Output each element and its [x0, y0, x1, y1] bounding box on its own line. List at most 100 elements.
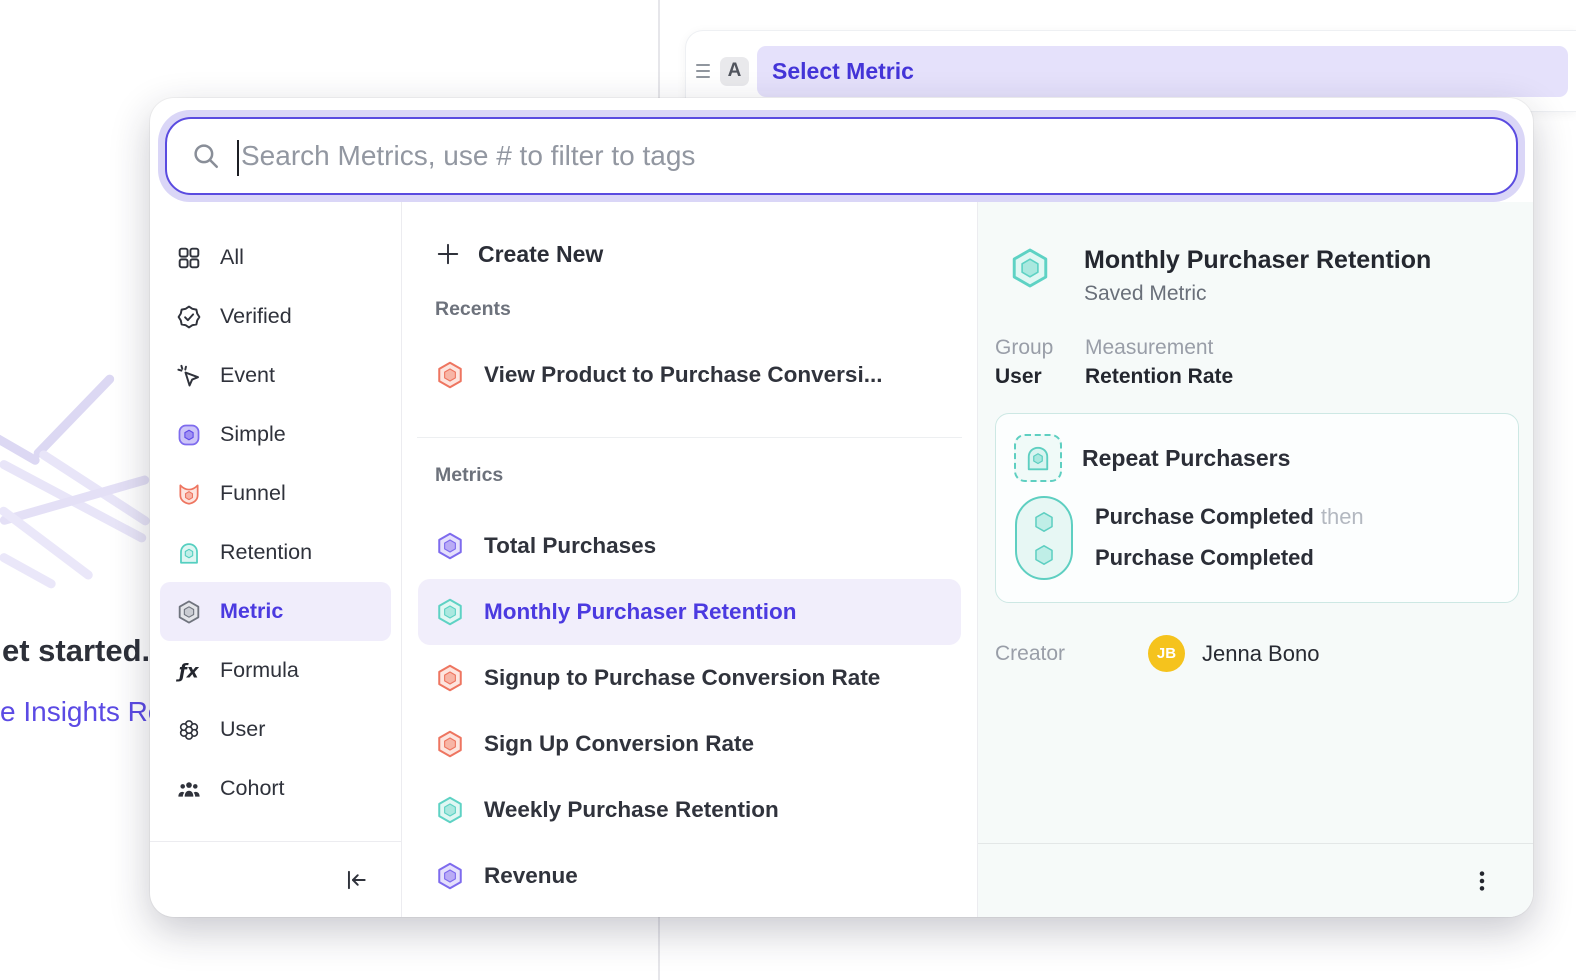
- metric-item-weekly-purchase-retention[interactable]: Weekly Purchase Retention: [418, 777, 961, 843]
- step-hexagon-icon: [1031, 542, 1057, 568]
- detail-subtitle: Saved Metric: [1084, 282, 1431, 306]
- metric-selector-modal: All Verified Event: [150, 98, 1533, 917]
- formula-icon: ƒx: [176, 658, 202, 684]
- metric-item-label: Sign Up Conversion Rate: [484, 731, 754, 757]
- user-cluster-icon: [176, 717, 202, 743]
- text-caret: [237, 140, 239, 176]
- background-heading-fragment: et started.: [2, 633, 150, 669]
- kebab-menu-icon[interactable]: [1469, 868, 1495, 894]
- step-connector: then: [1321, 504, 1364, 529]
- metric-item-label: Total Purchases: [484, 533, 656, 559]
- event-cursor-icon: [176, 363, 202, 389]
- retention-arch-icon: [1023, 443, 1053, 473]
- step-hexagon-icon: [1031, 509, 1057, 535]
- sidebar-item-label: User: [220, 717, 265, 742]
- funnel-icon: [176, 481, 202, 507]
- retention-hexagon-icon: [435, 795, 465, 825]
- sidebar-item-label: Funnel: [220, 481, 286, 506]
- creator-row: Creator JB Jenna Bono: [978, 635, 1533, 672]
- decorative-line: [32, 373, 116, 460]
- svg-text:ƒx: ƒx: [176, 661, 200, 682]
- drag-handle-icon[interactable]: [692, 64, 714, 78]
- background-link-fragment[interactable]: e Insights Re: [0, 696, 163, 728]
- select-metric-label: Select Metric: [772, 58, 914, 85]
- sidebar-item-label: Formula: [220, 658, 299, 683]
- retention-steps-capsule: [1015, 496, 1073, 580]
- measurement-value: Retention Rate: [1085, 365, 1233, 389]
- modal-body: All Verified Event: [150, 202, 1533, 917]
- metric-item-label: Signup to Purchase Conversion Rate: [484, 665, 880, 691]
- metric-item-label: Revenue: [484, 863, 578, 889]
- metric-item-monthly-purchaser-retention[interactable]: Monthly Purchaser Retention: [418, 579, 961, 645]
- funnel-hexagon-icon: [435, 729, 465, 759]
- detail-properties: Group User Measurement Retention Rate: [978, 336, 1533, 389]
- retention-icon: [176, 540, 202, 566]
- sidebar-item-simple[interactable]: Simple: [160, 405, 391, 464]
- funnel-hexagon-icon: [435, 360, 465, 390]
- definition-header: Repeat Purchasers: [1014, 434, 1500, 482]
- search-icon: [191, 141, 221, 171]
- sidebar-item-label: Metric: [220, 599, 283, 624]
- measurement-label: Measurement: [1085, 336, 1233, 360]
- simple-metric-icon: [176, 422, 202, 448]
- filter-sidebar: All Verified Event: [150, 202, 402, 917]
- metric-detail-panel: Monthly Purchaser Retention Saved Metric…: [978, 202, 1533, 917]
- metric-list: Total Purchases Monthly Purchaser Retent…: [402, 513, 977, 909]
- sidebar-item-cohort[interactable]: Cohort: [160, 759, 391, 818]
- sidebar-item-funnel[interactable]: Funnel: [160, 464, 391, 523]
- series-letter-badge: A: [720, 57, 749, 86]
- sidebar-item-metric[interactable]: Metric: [160, 582, 391, 641]
- create-new-button[interactable]: Create New: [402, 228, 977, 280]
- group-value: User: [995, 365, 1085, 389]
- metric-item-signup-to-purchase[interactable]: Signup to Purchase Conversion Rate: [418, 645, 961, 711]
- creator-avatar: JB: [1148, 635, 1185, 672]
- screen: et started. e Insights Re A Select Metri…: [0, 0, 1576, 980]
- detail-header: Monthly Purchaser Retention Saved Metric: [978, 202, 1533, 306]
- step-2-event: Purchase Completed: [1095, 545, 1314, 570]
- metric-hexagon-icon: [176, 599, 202, 625]
- metric-list-column: Create New Recents View Product to Purch…: [402, 202, 978, 917]
- creator-name: Jenna Bono: [1202, 641, 1319, 667]
- step-2: Purchase Completed: [1095, 537, 1364, 578]
- sidebar-item-formula[interactable]: ƒx Formula: [160, 641, 391, 700]
- section-divider: [417, 437, 962, 438]
- metric-hexagon-icon: [435, 861, 465, 891]
- retention-hexagon-icon: [1008, 246, 1052, 290]
- saved-definition-icon: [1014, 434, 1062, 482]
- sidebar-item-label: Cohort: [220, 776, 285, 801]
- definition-name: Repeat Purchasers: [1082, 445, 1290, 472]
- sidebar-item-label: Event: [220, 363, 275, 388]
- search-bar-wrap: [158, 110, 1525, 202]
- sidebar-item-user[interactable]: User: [160, 700, 391, 759]
- sidebar-item-all[interactable]: All: [160, 228, 391, 287]
- collapse-sidebar-icon[interactable]: [343, 867, 369, 893]
- step-1: Purchase Completed then: [1095, 496, 1364, 537]
- definition-steps: Purchase Completed then Purchase Complete…: [1014, 496, 1500, 580]
- plus-icon: [435, 241, 461, 267]
- sidebar-item-event[interactable]: Event: [160, 346, 391, 405]
- metric-item-revenue[interactable]: Revenue: [418, 843, 961, 909]
- recent-metric-item[interactable]: View Product to Purchase Conversi...: [418, 343, 961, 407]
- metrics-section-label: Metrics: [402, 464, 977, 487]
- funnel-hexagon-icon: [435, 663, 465, 693]
- group-label: Group: [995, 336, 1085, 360]
- search-input[interactable]: [239, 139, 1492, 173]
- creator-label: Creator: [995, 642, 1148, 666]
- decorative-line: [0, 552, 57, 590]
- step-1-event: Purchase Completed: [1095, 504, 1314, 529]
- metric-item-label: View Product to Purchase Conversi...: [484, 362, 882, 388]
- sidebar-item-label: All: [220, 245, 244, 270]
- grid-icon: [176, 245, 202, 271]
- detail-footer: [978, 843, 1533, 917]
- verified-badge-icon: [176, 304, 202, 330]
- metric-item-total-purchases[interactable]: Total Purchases: [418, 513, 961, 579]
- search-bar[interactable]: [165, 117, 1518, 195]
- metric-item-sign-up-conversion[interactable]: Sign Up Conversion Rate: [418, 711, 961, 777]
- metric-hexagon-icon: [435, 531, 465, 561]
- definition-card: Repeat Purchasers Purchase Comp: [995, 413, 1519, 603]
- select-metric-button[interactable]: Select Metric: [757, 46, 1568, 97]
- sidebar-item-verified[interactable]: Verified: [160, 287, 391, 346]
- sidebar-item-retention[interactable]: Retention: [160, 523, 391, 582]
- decorative-line: [0, 474, 150, 525]
- metric-item-label: Monthly Purchaser Retention: [484, 599, 797, 625]
